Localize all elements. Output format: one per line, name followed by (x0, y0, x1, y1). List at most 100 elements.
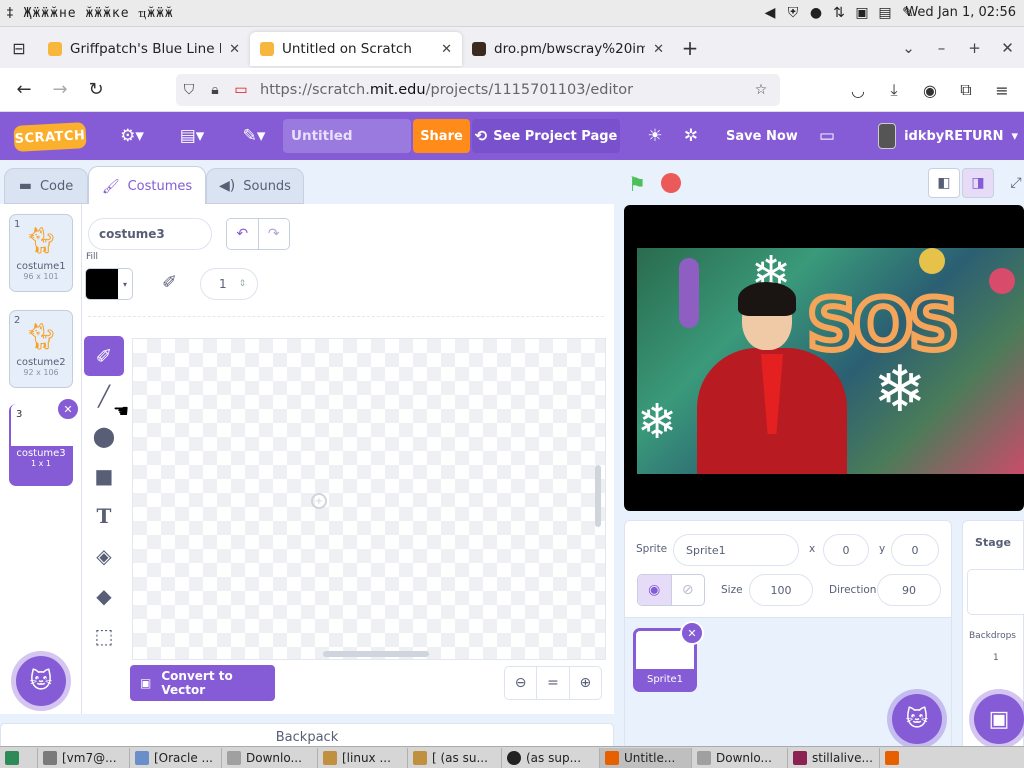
tab-close-icon[interactable]: ✕ (441, 42, 452, 57)
system-clock[interactable]: Wed Jan 1, 02:56 (905, 5, 1016, 20)
stop-icon[interactable] (661, 173, 681, 193)
show-eye-icon[interactable]: ◉ (638, 575, 671, 605)
stepper-icon[interactable]: ⇕ (239, 279, 247, 289)
debug-icon[interactable]: ✲ (676, 112, 706, 160)
volume-icon[interactable]: ◀ (760, 3, 780, 23)
costume-item[interactable]: 2 🐈︎ costume2 92 x 106 (9, 310, 73, 388)
tab-sounds[interactable]: ◀) Sounds (206, 168, 304, 204)
zoom-out-icon[interactable]: ⊖ (505, 667, 536, 699)
pocket-icon[interactable]: ◡ (840, 72, 876, 108)
hide-eye-icon[interactable]: ⊘ (670, 575, 705, 605)
minimize-icon[interactable]: – (925, 39, 958, 57)
tab-list-icon[interactable]: ⌄ (892, 39, 925, 57)
reload-icon[interactable]: ↻ (78, 72, 114, 108)
costume-item-selected[interactable]: 3 costume3 1 x 1 ✕ (9, 397, 80, 486)
sprite-name-input[interactable]: Sprite1 (673, 534, 799, 566)
taskbar-item[interactable]: (as sup... (502, 747, 600, 768)
tracking-shield-icon[interactable]: ⛉ (176, 82, 202, 98)
redo-icon[interactable]: ↷ (257, 219, 290, 249)
keyboard-icon[interactable]: ▤ (875, 3, 895, 23)
size-input[interactable]: 100 (749, 574, 813, 606)
show-desktop-icon[interactable] (0, 747, 38, 768)
backpack[interactable]: Backpack (0, 723, 614, 747)
costume-name-input[interactable]: costume3 (88, 218, 212, 250)
taskbar-item[interactable]: stillalive... (788, 747, 880, 768)
green-flag-icon[interactable]: ⚑ (628, 172, 646, 196)
taskbar-item[interactable] (880, 748, 910, 768)
project-title-input[interactable]: Untitled (283, 119, 411, 153)
select-tool-icon[interactable]: ⬚ (84, 616, 124, 656)
edit-menu-icon[interactable]: ✎▾ (234, 112, 274, 160)
share-button[interactable]: Share (413, 119, 470, 153)
tab-code[interactable]: ▬ Code (4, 168, 88, 204)
close-window-icon[interactable]: ✕ (991, 39, 1024, 57)
account-menu[interactable]: idkbyRETURN ▾ (870, 119, 1018, 153)
see-project-page-button[interactable]: ⟲ See Project Page (472, 119, 620, 153)
my-stuff-folder-icon[interactable]: ▭ (812, 112, 842, 160)
vertical-scrollbar[interactable] (595, 465, 601, 527)
convert-to-vector-button[interactable]: ▣ Convert to Vector (130, 665, 275, 701)
tab-overview-icon[interactable]: ⊟ (0, 28, 38, 68)
costume-item[interactable]: 1 🐈︎ costume1 96 x 101 (9, 214, 73, 292)
delete-sprite-icon[interactable]: ✕ (680, 621, 704, 645)
new-tab-button[interactable]: + (674, 36, 706, 60)
tab-close-icon[interactable]: ✕ (229, 42, 240, 57)
download-icon[interactable]: ⤓ (876, 72, 912, 108)
taskbar-item-active[interactable]: Untitle... (600, 747, 692, 768)
forward-icon[interactable]: → (42, 72, 78, 108)
fill-color-picker[interactable]: ▾ (85, 268, 133, 300)
back-icon[interactable]: ← (6, 72, 42, 108)
rectangle-tool-icon[interactable]: ■ (84, 456, 124, 496)
maximize-icon[interactable]: + (958, 39, 991, 57)
extensions-icon[interactable]: ⧉ (948, 72, 984, 108)
undo-icon[interactable]: ↶ (227, 219, 258, 249)
network-icon[interactable]: ⇅ (829, 3, 849, 23)
taskbar-item[interactable]: [linux ... (318, 747, 408, 768)
tab-close-icon[interactable]: ✕ (653, 42, 664, 57)
taskbar-item[interactable]: [ (as su... (408, 747, 502, 768)
brush-tool-icon[interactable]: ✐ (84, 336, 124, 376)
zoom-in-icon[interactable]: ⊕ (568, 667, 601, 699)
lock-icon[interactable]: 🔒︎ (202, 82, 228, 98)
clipboard-icon[interactable]: ▣ (852, 3, 872, 23)
direction-input[interactable]: 90 (877, 574, 941, 606)
circle-tool-icon[interactable]: ⬤ (84, 416, 124, 456)
taskbar-item[interactable]: Downlo... (692, 747, 788, 768)
delete-costume-icon[interactable]: ✕ (56, 397, 80, 421)
lightbulb-icon[interactable]: ☀ (640, 112, 670, 160)
y-input[interactable]: 0 (891, 534, 939, 566)
add-sprite-button[interactable]: 🐱︎ (892, 694, 942, 744)
fullscreen-icon[interactable]: ⤢ (1000, 168, 1024, 198)
camera-permission-icon[interactable]: ▭ (228, 82, 254, 98)
normal-stage-button[interactable]: ◨ (962, 168, 994, 198)
save-now-button[interactable]: Save Now (714, 119, 810, 153)
menu-icon[interactable]: ≡ (984, 72, 1020, 108)
shield-icon[interactable]: ⛨ (783, 3, 803, 23)
sprite-item-selected[interactable]: Sprite1 ✕ (633, 621, 704, 692)
eraser-tool-icon[interactable]: ◆ (84, 576, 124, 616)
media-icon[interactable]: ● (806, 3, 826, 23)
zoom-reset-button[interactable]: = (536, 667, 568, 699)
scratch-logo[interactable]: SCRATCH (13, 122, 87, 152)
bookmark-star-icon[interactable]: ☆ (748, 82, 774, 98)
taskbar-item[interactable]: Downlo... (222, 747, 318, 768)
x-input[interactable]: 0 (823, 534, 869, 566)
account-icon[interactable]: ◉ (912, 72, 948, 108)
horizontal-scrollbar[interactable] (323, 651, 429, 657)
fill-tool-icon[interactable]: ◈ (84, 536, 124, 576)
add-backdrop-button[interactable]: ▣ (974, 694, 1024, 744)
settings-menu-icon[interactable]: ⚙▾ (112, 112, 152, 160)
taskbar-item[interactable]: [Oracle ... (130, 747, 222, 768)
tab-costumes[interactable]: 🖌︎ Costumes (88, 166, 206, 206)
brush-size-input[interactable]: 1 ⇕ (200, 268, 258, 300)
browser-tab[interactable]: Griffpatch's Blue Line Filter ✕ (38, 32, 250, 66)
url-bar[interactable]: ⛉ 🔒︎ ▭ https://scratch.mit.edu/projects/… (176, 74, 780, 106)
taskbar-item[interactable]: [vm7@... (38, 747, 130, 768)
small-stage-button[interactable]: ◧ (928, 168, 960, 198)
add-costume-button[interactable]: 🐱︎ (16, 656, 66, 706)
text-tool-icon[interactable]: T (84, 496, 124, 536)
browser-tab[interactable]: dro.pm/bwscray%20image ✕ (462, 32, 674, 66)
file-menu-icon[interactable]: ▤▾ (172, 112, 212, 160)
browser-tab-active[interactable]: Untitled on Scratch ✕ (250, 32, 462, 66)
paint-canvas[interactable]: + (132, 338, 606, 660)
